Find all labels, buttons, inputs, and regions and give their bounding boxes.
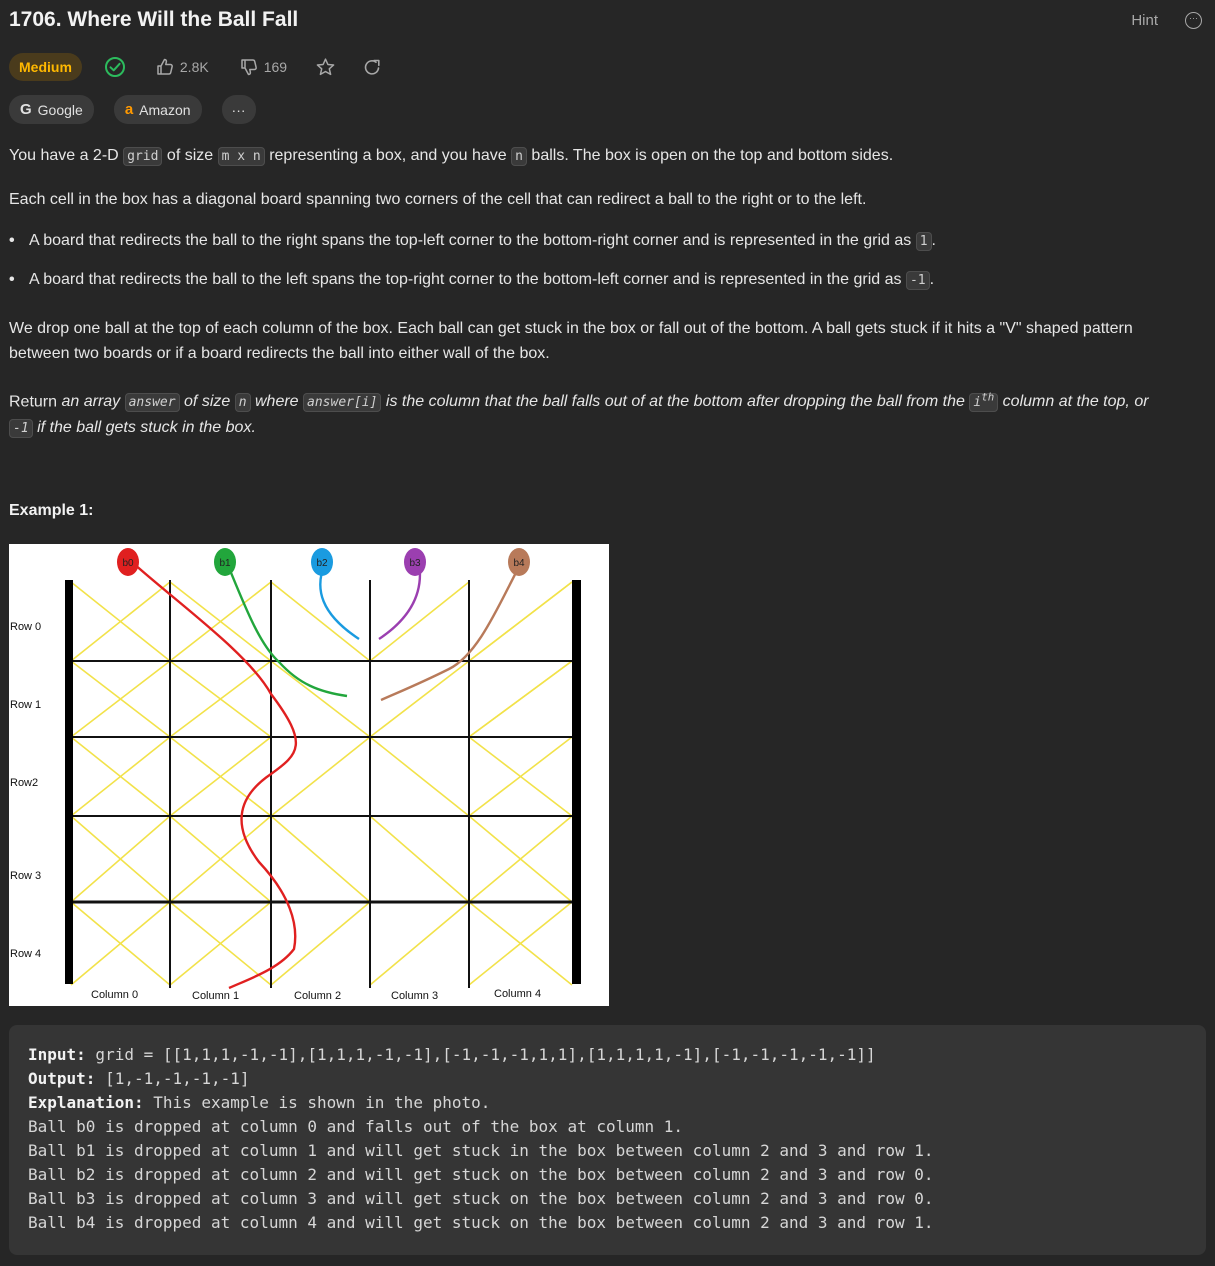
more-tags-button[interactable]: ··· [221,95,256,124]
explanation-line: Ball b1 is dropped at column 1 and will … [28,1141,934,1160]
row-label: Row 4 [10,948,41,960]
column-label: Column 4 [494,988,541,1000]
description-paragraph-3: We drop one ball at the top of each colu… [9,320,1133,362]
amazon-icon: a [124,101,134,118]
ball-b1: b1 [214,548,236,576]
description-paragraph-2: Each cell in the box has a diagonal boar… [9,191,867,208]
example-title: Example 1: [9,502,94,519]
row-label: Row 3 [10,870,41,882]
column-label: Column 0 [91,989,138,1001]
svg-text:b4: b4 [513,558,525,569]
solved-check-icon [104,56,126,78]
row-label: Row 1 [10,699,41,711]
hint-button[interactable]: Hint [1131,12,1158,29]
ball-b2: b2 [311,548,333,576]
example-figure: b0 b1 b2 b3 b4 Row 0 Row 1 Row2 Row 3 Ro… [9,544,609,1006]
diagonal-boards [70,581,573,986]
svg-text:b1: b1 [219,558,231,569]
explanation-line: Ball b2 is dropped at column 2 and will … [28,1165,934,1184]
problem-title: 1706. Where Will the Ball Fall [9,8,299,31]
row-label: Row2 [10,777,38,789]
thumbs-up-icon [155,57,175,77]
ball-b0: b0 [117,548,139,576]
svg-text:b2: b2 [316,558,328,569]
description-paragraph-4: Return an array answer of size n where a… [9,391,1149,439]
ball-b3: b3 [404,548,426,576]
explanation-line: Ball b4 is dropped at column 4 and will … [28,1213,934,1232]
bullet-right-board: • A board that redirects the ball to the … [9,232,936,251]
ellipsis-icon: ··· [231,101,246,118]
column-label: Column 1 [192,990,239,1002]
dislike-count: 169 [263,59,288,75]
description-paragraph-1: You have a 2-D grid of size m x n repres… [9,147,894,166]
thumbs-down-icon [239,57,259,77]
share-icon[interactable] [362,57,383,78]
svg-text:b0: b0 [122,558,134,569]
ball-b1-path [225,562,348,698]
tag-google[interactable]: G Google [9,95,94,124]
explanation-line: Ball b3 is dropped at column 3 and will … [28,1189,934,1208]
like-count: 2.8K [179,59,209,75]
right-wall [572,580,581,984]
difficulty-badge: Medium [9,53,82,81]
column-label: Column 2 [294,990,341,1002]
tag-label: Google [37,101,83,118]
ball-b4-path [380,562,523,702]
row-label: Row 0 [10,621,41,633]
problem-meta-row: Medium 2.8K 169 [9,53,383,81]
like-button[interactable]: 2.8K [155,57,209,77]
company-tags: G Google a Amazon ··· [9,95,256,124]
explanation-line: Ball b0 is dropped at column 0 and falls… [28,1117,684,1136]
google-icon: G [20,101,32,118]
svg-text:b3: b3 [409,558,421,569]
tag-amazon[interactable]: a Amazon [113,95,202,124]
column-label: Column 3 [391,990,438,1002]
tag-label: Amazon [139,101,191,118]
more-options-icon[interactable]: ··· [1185,12,1202,29]
favorite-star-icon[interactable] [315,57,336,78]
ball-b4: b4 [508,548,530,576]
left-wall [65,580,73,984]
example-code-block: Input: grid = [[1,1,1,-1,-1],[1,1,1,-1,-… [9,1025,1206,1255]
dislike-button[interactable]: 169 [239,57,287,77]
bullet-left-board: • A board that redirects the ball to the … [9,271,935,290]
